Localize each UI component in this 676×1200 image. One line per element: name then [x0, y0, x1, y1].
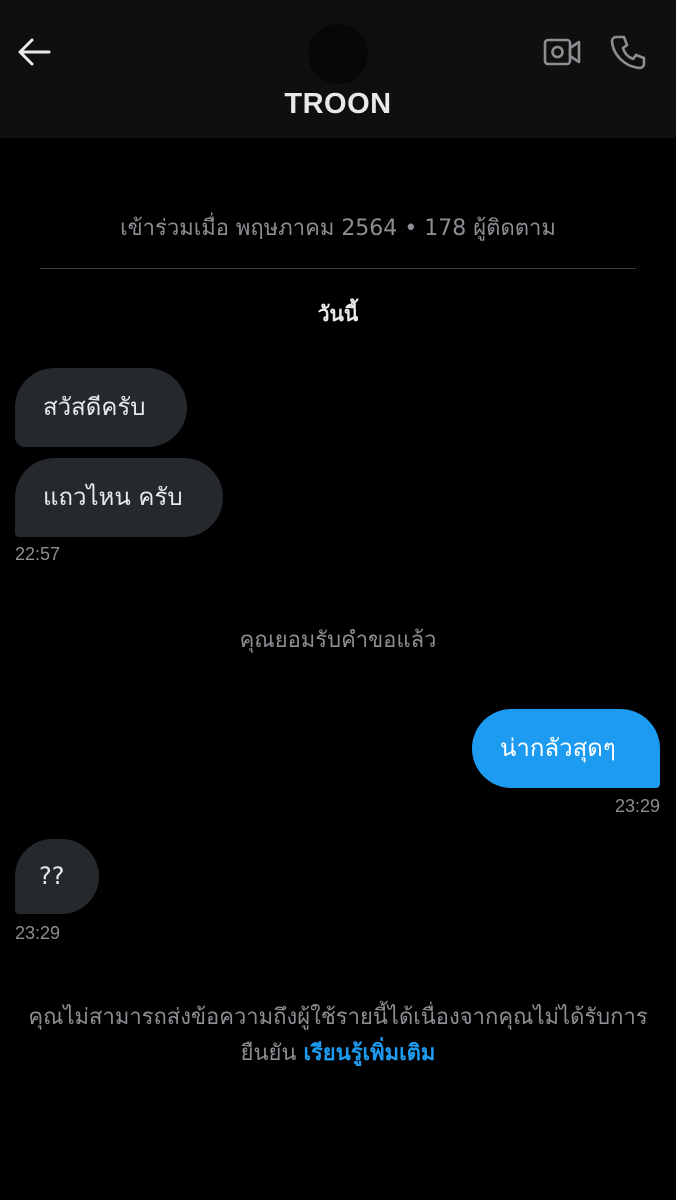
- dm-conversation-screen: TROON เข้าร่วมเมื่อ พฤษภาคม 2564 • 178 ผ…: [0, 0, 676, 1200]
- incoming-message-bubble[interactable]: ??: [15, 839, 99, 914]
- learn-more-link[interactable]: เรียนรู้เพิ่มเติม: [303, 1041, 435, 1066]
- message-timestamp: 23:29: [15, 923, 61, 943]
- phone-icon: [610, 34, 646, 74]
- arrow-left-icon: [17, 37, 51, 71]
- video-camera-icon: [543, 37, 581, 71]
- meta-separator: •: [404, 216, 418, 241]
- incoming-message-bubble[interactable]: สวัสดีครับ: [15, 368, 187, 447]
- message-text: แถวไหน ครับ: [43, 483, 183, 512]
- message-timestamp: 23:29: [614, 796, 660, 816]
- profile-meta: เข้าร่วมเมื่อ พฤษภาคม 2564 • 178 ผู้ติดต…: [0, 210, 676, 245]
- cannot-message-notice: คุณไม่สามารถส่งข้อความถึงผู้ใช้รายนี้ได้…: [10, 1000, 666, 1072]
- conversation-header: TROON: [0, 0, 676, 138]
- divider: [40, 268, 636, 269]
- conversation-title[interactable]: TROON: [0, 88, 676, 121]
- joined-date: เข้าร่วมเมื่อ พฤษภาคม 2564: [120, 216, 398, 241]
- video-call-button[interactable]: [540, 36, 584, 72]
- message-text: ??: [39, 862, 65, 891]
- message-text: สวัสดีครับ: [43, 393, 146, 422]
- message-timestamp: 22:57: [15, 544, 61, 564]
- message-text: น่ากลัวสุดๆ: [500, 734, 616, 763]
- followers-count: 178 ผู้ติดตาม: [424, 216, 556, 241]
- outgoing-message-bubble[interactable]: น่ากลัวสุดๆ: [472, 709, 660, 788]
- avatar[interactable]: [308, 24, 368, 84]
- incoming-message-bubble[interactable]: แถวไหน ครับ: [15, 458, 223, 537]
- request-accepted-note: คุณยอมรับคำขอแล้ว: [239, 628, 437, 653]
- back-button[interactable]: [12, 34, 56, 74]
- voice-call-button[interactable]: [606, 32, 650, 76]
- date-separator: วันนี้: [317, 302, 359, 326]
